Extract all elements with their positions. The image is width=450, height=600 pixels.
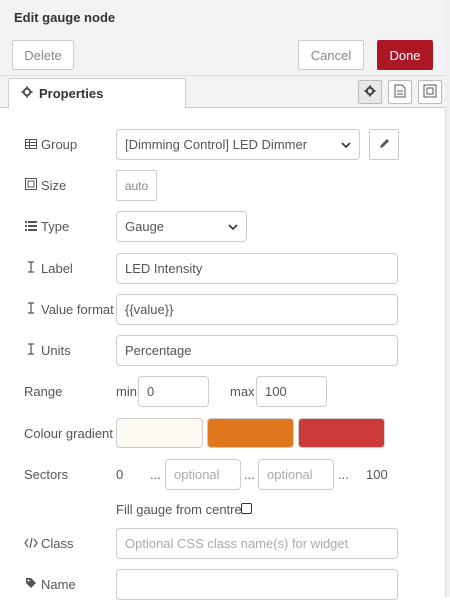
sector-1-input[interactable]: optional — [165, 459, 241, 490]
description-tab-button[interactable] — [388, 80, 412, 104]
edit-dialog: Edit gauge node Delete Cancel Done Prope… — [0, 0, 446, 600]
gear-icon — [364, 85, 376, 100]
scrollbar[interactable] — [446, 0, 450, 597]
units-label: Units — [24, 343, 71, 358]
label-label: Label — [24, 261, 73, 276]
chevron-down-icon — [228, 220, 238, 235]
sector-2-placeholder: optional — [267, 467, 313, 482]
type-label: Type — [24, 219, 69, 234]
text-cursor-icon — [24, 261, 38, 276]
sectors-dots-3: ... — [338, 467, 349, 482]
name-label: Name — [24, 577, 76, 592]
gradient-colour-2[interactable] — [207, 418, 294, 448]
type-select[interactable]: Gauge — [116, 211, 247, 242]
frame-icon — [423, 84, 437, 101]
group-select-value: [Dimming Control] LED Dimmer — [125, 137, 308, 152]
edit-group-button[interactable] — [369, 129, 399, 160]
pencil-icon — [379, 137, 390, 152]
chevron-down-icon — [341, 138, 351, 153]
file-icon — [394, 84, 406, 101]
cancel-button[interactable]: Cancel — [298, 40, 364, 70]
fill-from-centre-checkbox[interactable] — [241, 503, 252, 514]
table-icon — [24, 137, 38, 152]
settings-tab-button[interactable] — [358, 80, 382, 104]
sectors-start: 0 — [116, 467, 124, 482]
size-button[interactable]: auto — [116, 170, 157, 201]
gear-icon — [21, 86, 39, 101]
list-icon — [24, 219, 38, 234]
sector-2-input[interactable]: optional — [258, 459, 334, 490]
tab-strip: Properties — [0, 76, 446, 109]
done-button[interactable]: Done — [377, 40, 433, 70]
gradient-colour-1[interactable] — [116, 418, 203, 448]
sector-1-placeholder: optional — [174, 467, 220, 482]
sectors-label: Sectors — [24, 467, 69, 482]
range-max-label: max — [230, 384, 255, 399]
size-label: Size — [24, 178, 66, 193]
dialog-title: Edit gauge node — [14, 10, 116, 25]
resize-icon — [24, 178, 38, 193]
tag-icon — [24, 577, 38, 592]
range-min-label: min — [116, 384, 137, 399]
class-label: Class — [24, 536, 74, 551]
delete-button[interactable]: Delete — [12, 40, 74, 70]
value-format-label: Value format — [24, 302, 114, 317]
range-max-input[interactable]: 100 — [256, 376, 327, 407]
class-input[interactable]: Optional CSS class name(s) for widget — [116, 528, 398, 559]
range-min-input[interactable]: 0 — [138, 376, 209, 407]
sectors-dots-1: ... — [150, 467, 161, 482]
dialog-header: Edit gauge node Delete Cancel Done — [0, 0, 446, 76]
value-format-input[interactable]: {{value}} — [116, 294, 398, 325]
group-select[interactable]: [Dimming Control] LED Dimmer — [116, 129, 360, 160]
tab-properties[interactable]: Properties — [8, 78, 186, 109]
label-input[interactable]: LED Intensity — [116, 253, 398, 284]
code-icon — [24, 536, 38, 551]
fill-from-centre-label: Fill gauge from centre. — [116, 502, 246, 517]
colour-gradient-label: Colour gradient — [24, 426, 113, 441]
text-cursor-icon — [24, 302, 38, 317]
type-select-value: Gauge — [125, 219, 165, 234]
sectors-end: 100 — [366, 467, 388, 482]
text-cursor-icon — [24, 343, 38, 358]
range-label: Range — [24, 384, 63, 399]
tab-properties-label: Properties — [39, 86, 104, 101]
appearance-tab-button[interactable] — [418, 80, 442, 104]
class-placeholder: Optional CSS class name(s) for widget — [125, 536, 349, 551]
units-input[interactable]: Percentage — [116, 335, 398, 366]
name-input[interactable] — [116, 569, 398, 600]
group-label: Group — [24, 137, 77, 152]
gradient-colour-3[interactable] — [298, 418, 385, 448]
sectors-dots-2: ... — [244, 467, 255, 482]
